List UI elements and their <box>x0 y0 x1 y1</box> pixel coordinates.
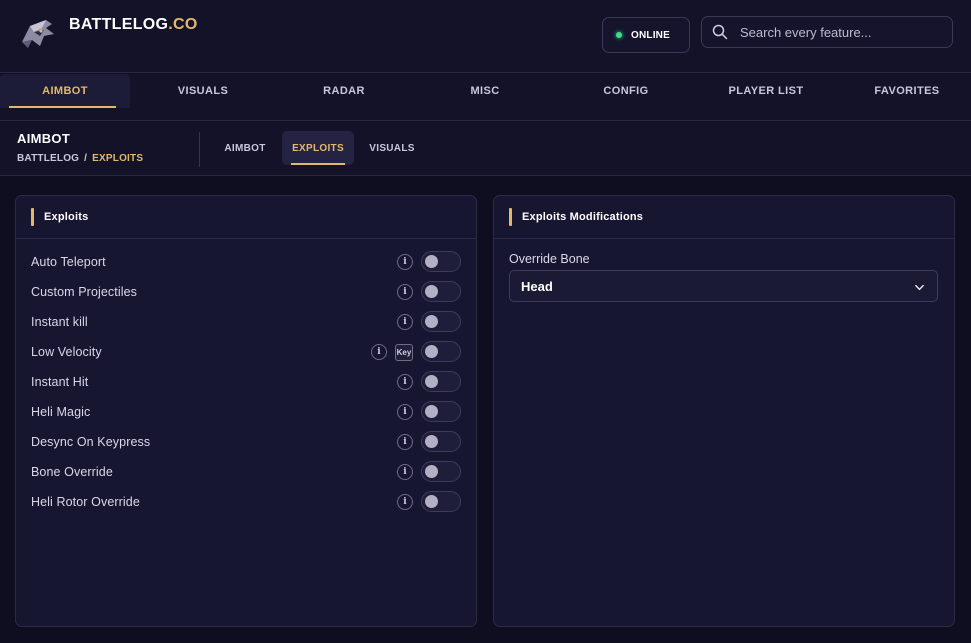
toggle-knob <box>425 285 438 298</box>
online-indicator-icon <box>616 32 622 38</box>
list-item: Desync On Keypress i <box>31 431 461 453</box>
sub-header: AIMBOT BATTLELOG / EXPLOITS AIMBOT EXPLOIT… <box>0 122 971 176</box>
status-badge: ONLINE <box>602 17 690 53</box>
option-label: Heli Magic <box>31 405 91 419</box>
info-icon[interactable]: i <box>397 434 413 450</box>
brand-name: BATTLELOG.CO <box>69 16 198 33</box>
toggle-knob <box>425 465 438 478</box>
override-bone-label: Override Bone <box>509 252 590 266</box>
toggle-knob <box>425 345 438 358</box>
option-label: Custom Projectiles <box>31 285 137 299</box>
info-icon[interactable]: i <box>397 254 413 270</box>
modifications-panel-header: Exploits Modifications <box>494 196 954 239</box>
list-item: Instant Hit i <box>31 371 461 393</box>
search-icon <box>712 24 728 40</box>
divider <box>199 132 200 167</box>
desync-on-keypress-toggle[interactable] <box>421 431 461 452</box>
exploits-panel-title: Exploits <box>44 211 89 223</box>
info-icon[interactable]: i <box>397 374 413 390</box>
list-item: Instant kill i <box>31 311 461 333</box>
keybind-button[interactable]: Key <box>395 344 413 361</box>
breadcrumb: BATTLELOG / EXPLOITS <box>17 153 143 164</box>
info-icon[interactable]: i <box>397 284 413 300</box>
list-item: Heli Magic i <box>31 401 461 423</box>
modifications-panel: Exploits Modifications Override Bone Hea… <box>493 195 955 627</box>
tab-radar[interactable]: RADAR <box>279 74 409 108</box>
breadcrumb-separator: / <box>84 153 88 164</box>
chevron-down-icon <box>915 284 924 291</box>
list-item: Custom Projectiles i <box>31 281 461 303</box>
breadcrumb-current: EXPLOITS <box>92 153 144 164</box>
heli-rotor-override-toggle[interactable] <box>421 491 461 512</box>
status-label: ONLINE <box>631 29 670 41</box>
toggle-knob <box>425 435 438 448</box>
accent-bar <box>31 208 34 226</box>
modifications-panel-title: Exploits Modifications <box>522 211 644 223</box>
info-icon[interactable]: i <box>397 314 413 330</box>
list-item: Auto Teleport i <box>31 251 461 273</box>
tab-visuals[interactable]: VISUALS <box>138 74 268 108</box>
option-label: Bone Override <box>31 465 113 479</box>
search-box[interactable] <box>701 16 953 48</box>
option-label: Instant Hit <box>31 375 89 389</box>
toggle-knob <box>425 495 438 508</box>
list-item: Low Velocity i Key <box>31 341 461 363</box>
option-label: Low Velocity <box>31 345 102 359</box>
main-nav: AIMBOT VISUALS RADAR MISC CONFIG PLAYER … <box>0 74 971 121</box>
exploits-panel-header: Exploits <box>16 196 476 239</box>
custom-projectiles-toggle[interactable] <box>421 281 461 302</box>
option-label: Auto Teleport <box>31 255 106 269</box>
toggle-knob <box>425 375 438 388</box>
toggle-knob <box>425 255 438 268</box>
option-label: Desync On Keypress <box>31 435 151 449</box>
override-bone-value: Head <box>521 278 553 294</box>
logo-icon <box>22 20 54 48</box>
instant-kill-toggle[interactable] <box>421 311 461 332</box>
option-label: Instant kill <box>31 315 88 329</box>
info-icon[interactable]: i <box>397 464 413 480</box>
list-item: Bone Override i <box>31 461 461 483</box>
info-icon[interactable]: i <box>397 404 413 420</box>
breadcrumb-root[interactable]: BATTLELOG <box>17 153 79 164</box>
tab-aimbot[interactable]: AIMBOT <box>0 74 130 108</box>
tab-favorites[interactable]: FAVORITES <box>842 74 971 108</box>
auto-teleport-toggle[interactable] <box>421 251 461 272</box>
subtab-exploits[interactable]: EXPLOITS <box>282 131 354 165</box>
top-header: BATTLELOG.CO ONLINE <box>0 0 971 73</box>
toggle-knob <box>425 315 438 328</box>
tab-misc[interactable]: MISC <box>420 74 550 108</box>
info-icon[interactable]: i <box>397 494 413 510</box>
override-bone-select[interactable]: Head <box>509 270 938 302</box>
subtab-visuals[interactable]: VISUALS <box>362 131 422 165</box>
app-window: BATTLELOG.CO ONLINE AIMBOT VISUALS RADAR… <box>0 0 971 643</box>
low-velocity-toggle[interactable] <box>421 341 461 362</box>
instant-hit-toggle[interactable] <box>421 371 461 392</box>
option-label: Heli Rotor Override <box>31 495 140 509</box>
heli-magic-toggle[interactable] <box>421 401 461 422</box>
page-title: AIMBOT <box>17 131 71 146</box>
search-input[interactable] <box>740 24 940 40</box>
subtab-aimbot[interactable]: AIMBOT <box>216 131 274 165</box>
toggle-knob <box>425 405 438 418</box>
bone-override-toggle[interactable] <box>421 461 461 482</box>
info-icon[interactable]: i <box>371 344 387 360</box>
tab-player-list[interactable]: PLAYER LIST <box>701 74 831 108</box>
accent-bar <box>509 208 512 226</box>
exploits-panel: Exploits Auto Teleport i Custom Projecti… <box>15 195 477 627</box>
list-item: Heli Rotor Override i <box>31 491 461 513</box>
tab-config[interactable]: CONFIG <box>561 74 691 108</box>
